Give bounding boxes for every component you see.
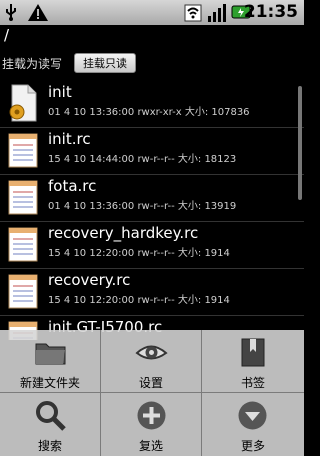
plus-icon — [137, 401, 166, 430]
menu-search[interactable]: 搜索 — [0, 393, 101, 456]
options-menu: 新建文件夹 设置 书签 搜索 复选 更多 — [0, 330, 304, 456]
menu-new-folder[interactable]: 新建文件夹 — [0, 330, 101, 393]
status-bar: 21:35 — [0, 0, 304, 25]
file-list: init 01 4 10 13:36:00 rwxr-xr-x 大小: 1078… — [0, 80, 304, 340]
clock: 21:35 — [243, 2, 298, 22]
wifi-icon — [184, 4, 202, 22]
search-icon — [36, 401, 66, 431]
menu-label: 书签 — [240, 376, 265, 390]
file-row-init-rc[interactable]: init.rc 15 4 10 14:44:00 rw-r--r-- 大小: 1… — [0, 127, 304, 175]
file-name: recovery.rc — [48, 271, 131, 289]
mount-bar: 挂载为读写 — [0, 47, 304, 79]
scrollbar[interactable] — [298, 86, 302, 200]
file-meta: 01 4 10 13:36:00 rw-r--r-- 大小: 13919 — [48, 201, 237, 212]
file-meta: 01 4 10 13:36:00 rwxr-xr-x 大小: 107836 — [48, 107, 250, 118]
file-meta: 15 4 10 14:44:00 rw-r--r-- 大小: 18123 — [48, 154, 237, 165]
menu-label: 复选 — [138, 439, 163, 453]
menu-multi-select[interactable]: 复选 — [101, 393, 202, 456]
file-name: init.rc — [48, 130, 91, 148]
mount-status-label: 挂载为读写 — [2, 57, 63, 71]
file-meta: 15 4 10 12:20:00 rw-r--r-- 大小: 1914 — [48, 295, 230, 306]
eye-icon — [135, 345, 168, 360]
file-name: recovery_hardkey.rc — [48, 224, 199, 242]
text-file-icon — [8, 180, 38, 215]
menu-more[interactable]: 更多 — [202, 393, 304, 456]
file-row-recovery-rc[interactable]: recovery.rc 15 4 10 12:20:00 rw-r--r-- 大… — [0, 268, 304, 316]
text-file-icon — [8, 274, 38, 309]
file-row-fota-rc[interactable]: fota.rc 01 4 10 13:36:00 rw-r--r-- 大小: 1… — [0, 174, 304, 222]
folder-icon — [35, 343, 66, 365]
menu-label: 新建文件夹 — [19, 376, 80, 390]
menu-bookmarks[interactable]: 书签 — [202, 330, 304, 393]
menu-label: 更多 — [240, 439, 265, 453]
text-file-icon — [8, 133, 38, 168]
more-icon — [238, 401, 267, 430]
menu-settings[interactable]: 设置 — [101, 330, 202, 393]
file-row-recovery-hardkey-rc[interactable]: recovery_hardkey.rc 15 4 10 12:20:00 rw-… — [0, 221, 304, 269]
usb-icon — [6, 4, 16, 21]
file-row-init[interactable]: init 01 4 10 13:36:00 rwxr-xr-x 大小: 1078… — [0, 80, 304, 128]
file-name: fota.rc — [48, 177, 97, 195]
bookmark-icon — [241, 338, 265, 367]
menu-label: 搜索 — [37, 439, 62, 453]
file-name: init — [48, 83, 72, 101]
warning-icon — [28, 4, 48, 21]
path-bar: / — [0, 25, 304, 47]
mount-readonly-button[interactable]: 挂载只读 — [74, 53, 136, 73]
menu-label: 设置 — [138, 376, 163, 390]
file-meta: 15 4 10 12:20:00 rw-r--r-- 大小: 1914 — [48, 248, 230, 259]
current-path: / — [4, 26, 10, 44]
signal-icon — [208, 4, 226, 22]
executable-icon — [9, 84, 37, 122]
text-file-icon — [8, 227, 38, 262]
